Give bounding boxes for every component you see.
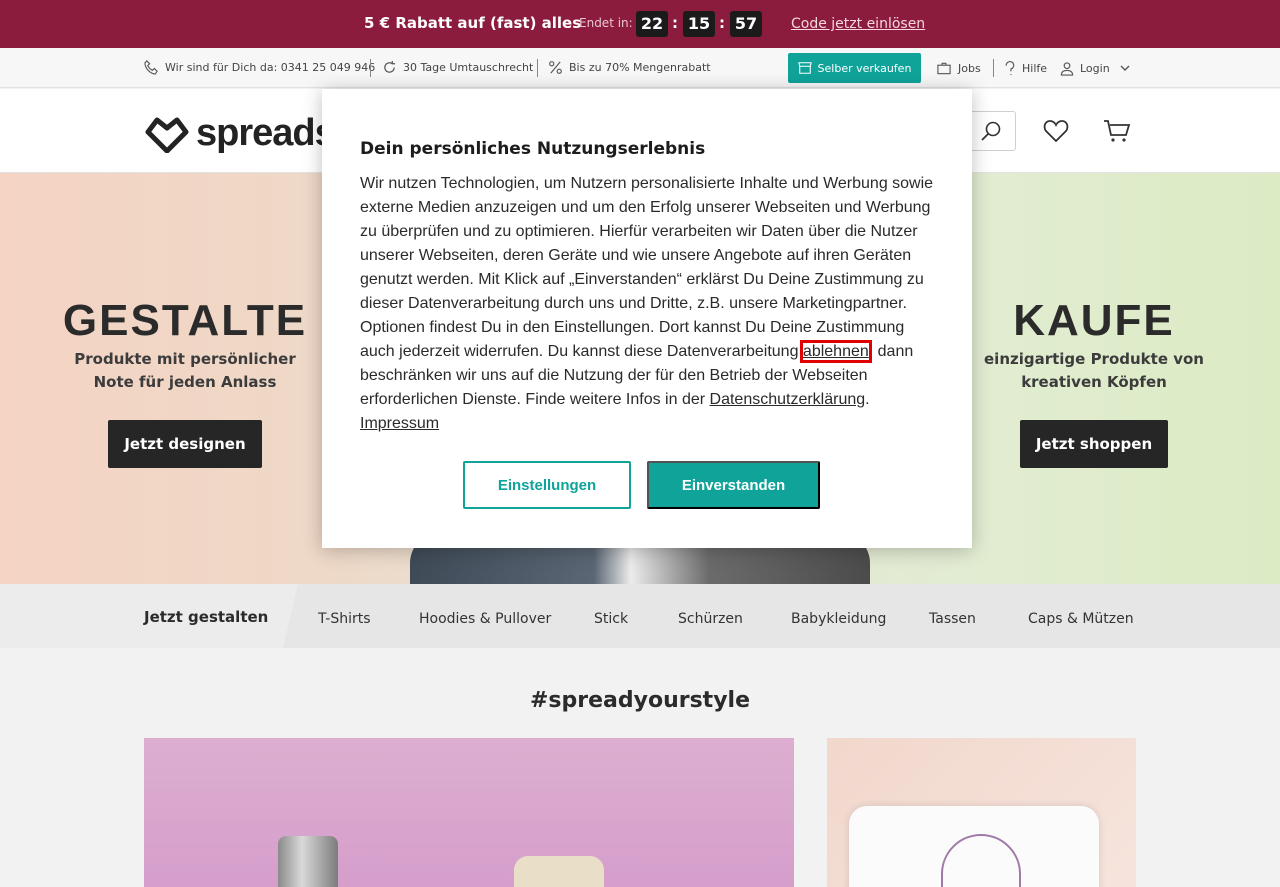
consent-title: Dein persönliches Nutzungserlebnis [360,139,706,159]
consent-text-part1: Wir nutzen Technologien, um Nutzern pers… [360,175,934,360]
consent-text: Wir nutzen Technologien, um Nutzern pers… [360,172,940,436]
agree-button[interactable]: Einverstanden [647,461,820,509]
reject-link[interactable]: ablehnen [799,340,872,363]
consent-dialog: Dein persönliches Nutzungserlebnis Wir n… [322,89,972,548]
consent-text-part3: . [865,391,870,408]
imprint-link[interactable]: Impressum [360,415,439,432]
privacy-policy-link[interactable]: Datenschutzerklärung [710,391,866,408]
settings-button[interactable]: Einstellungen [463,461,631,509]
